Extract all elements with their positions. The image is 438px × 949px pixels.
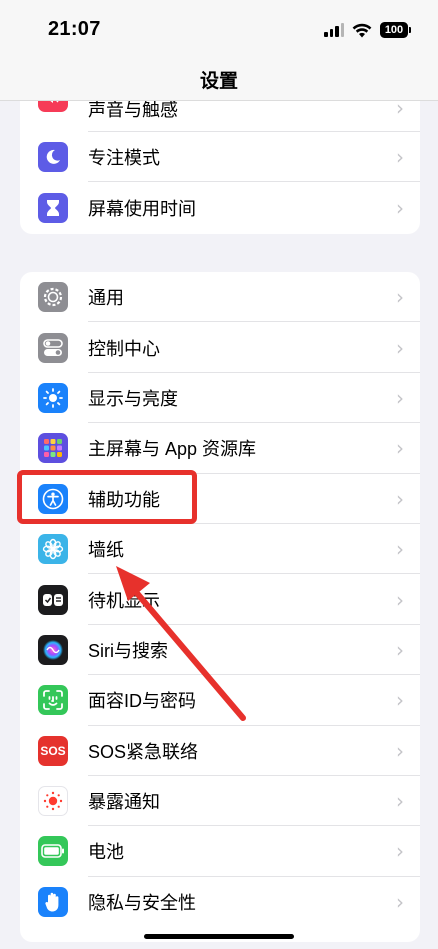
home-indicator[interactable] (144, 934, 294, 939)
pointer-arrow-icon (116, 566, 246, 721)
